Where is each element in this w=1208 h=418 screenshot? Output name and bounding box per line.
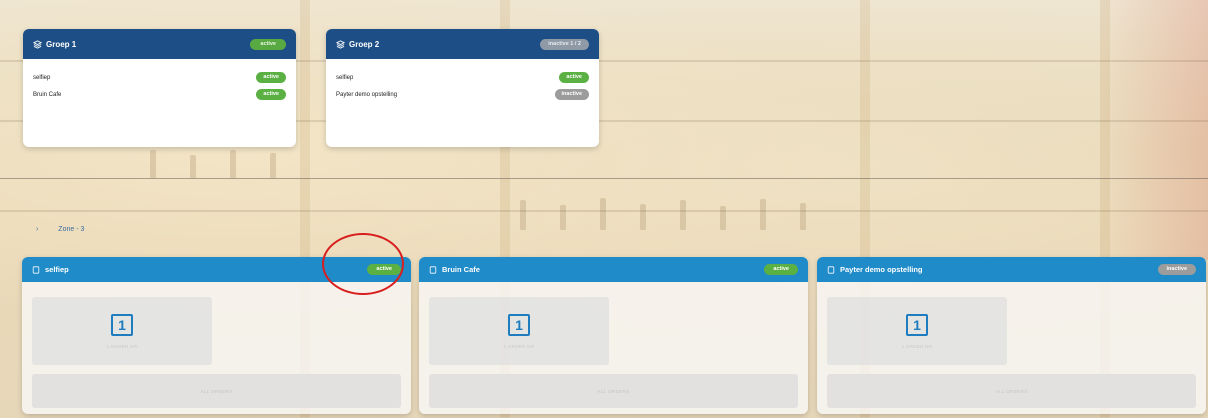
layers-icon — [336, 39, 345, 49]
chevron-icon: › — [36, 226, 39, 233]
layers-icon — [33, 39, 42, 49]
status-badge: active — [764, 264, 798, 275]
terminal-card-header[interactable]: Payter demo opstelling inactive — [817, 257, 1206, 282]
tablet-icon — [827, 265, 835, 274]
group-item-name: Payter demo opstelling — [336, 91, 398, 98]
highlight-circle — [322, 233, 404, 295]
group-card-header[interactable]: Groep 1 active — [23, 29, 296, 59]
section-divider — [0, 178, 1208, 179]
terminal-card: Bruin Cafe active 1 1 ORDER NR ALL ORDER… — [419, 257, 808, 414]
background-bottle — [270, 153, 276, 178]
order-tile-caption: 1 ORDER NR — [901, 343, 933, 349]
group-card-header[interactable]: Groep 2 inactive 1 / 2 — [326, 29, 599, 59]
tablet-icon — [32, 265, 40, 274]
order-tile-caption: 1 ORDER NR — [106, 343, 138, 349]
background-red-panel — [1098, 0, 1208, 260]
tablet-icon — [429, 265, 437, 274]
group-item[interactable]: Payter demo opstelling inactive — [326, 86, 599, 103]
background-bottle — [800, 203, 806, 230]
background-bottle — [520, 200, 526, 230]
background-bottle — [640, 204, 646, 230]
status-badge: inactive — [554, 89, 589, 100]
group-status-badge: inactive 1 / 2 — [540, 38, 589, 50]
group-card: Groep 2 inactive 1 / 2 selfiep active Pa… — [326, 29, 599, 147]
group-item[interactable]: Bruin Cafe active — [23, 86, 296, 103]
group-item[interactable]: selfiep active — [326, 69, 599, 86]
status-badge: active — [559, 72, 589, 83]
group-title: Groep 2 — [349, 39, 380, 49]
group-title: Groep 1 — [46, 39, 77, 49]
terminal-title: Payter demo opstelling — [840, 265, 923, 274]
background-shelf — [0, 210, 1208, 212]
order-tile[interactable]: 1 1 ORDER NR — [32, 297, 212, 365]
background-bottle — [720, 206, 726, 230]
background-bottle — [680, 200, 686, 230]
zone-label: Zone - 3 — [58, 226, 85, 233]
background-bottle — [230, 150, 236, 178]
order-tile[interactable]: 1 1 ORDER NR — [429, 297, 609, 365]
order-count: 1 — [508, 313, 530, 336]
group-item-name: selfiep — [33, 74, 51, 81]
terminal-title: selfiep — [45, 265, 69, 274]
background-bottle — [600, 198, 606, 230]
status-badge: active — [256, 72, 286, 83]
background-bottle — [150, 150, 156, 178]
group-item-name: Bruin Cafe — [33, 91, 62, 98]
all-orders-button[interactable]: ALL ORDERS — [827, 374, 1196, 408]
group-item-name: selfiep — [336, 74, 354, 81]
terminal-title: Bruin Cafe — [442, 265, 480, 274]
group-status-badge: active — [250, 38, 286, 50]
order-count: 1 — [906, 313, 928, 336]
background-bottle — [560, 205, 566, 230]
order-tile[interactable]: 1 1 ORDER NR — [827, 297, 1007, 365]
status-badge: inactive — [1157, 264, 1196, 275]
background-bottle — [760, 199, 766, 230]
group-card: Groep 1 active selfiep active Bruin Cafe… — [23, 29, 296, 147]
group-item[interactable]: selfiep active — [23, 69, 296, 86]
zone-toggle[interactable]: › Zone - 3 — [36, 226, 84, 233]
status-badge: active — [256, 89, 286, 100]
order-count: 1 — [111, 313, 133, 336]
terminal-card: Payter demo opstelling inactive 1 1 ORDE… — [817, 257, 1206, 414]
background-bottle — [190, 155, 196, 178]
all-orders-button[interactable]: ALL ORDERS — [429, 374, 798, 408]
order-tile-caption: 1 ORDER NR — [503, 343, 535, 349]
all-orders-button[interactable]: ALL ORDERS — [32, 374, 401, 408]
terminal-card-header[interactable]: Bruin Cafe active — [419, 257, 808, 282]
